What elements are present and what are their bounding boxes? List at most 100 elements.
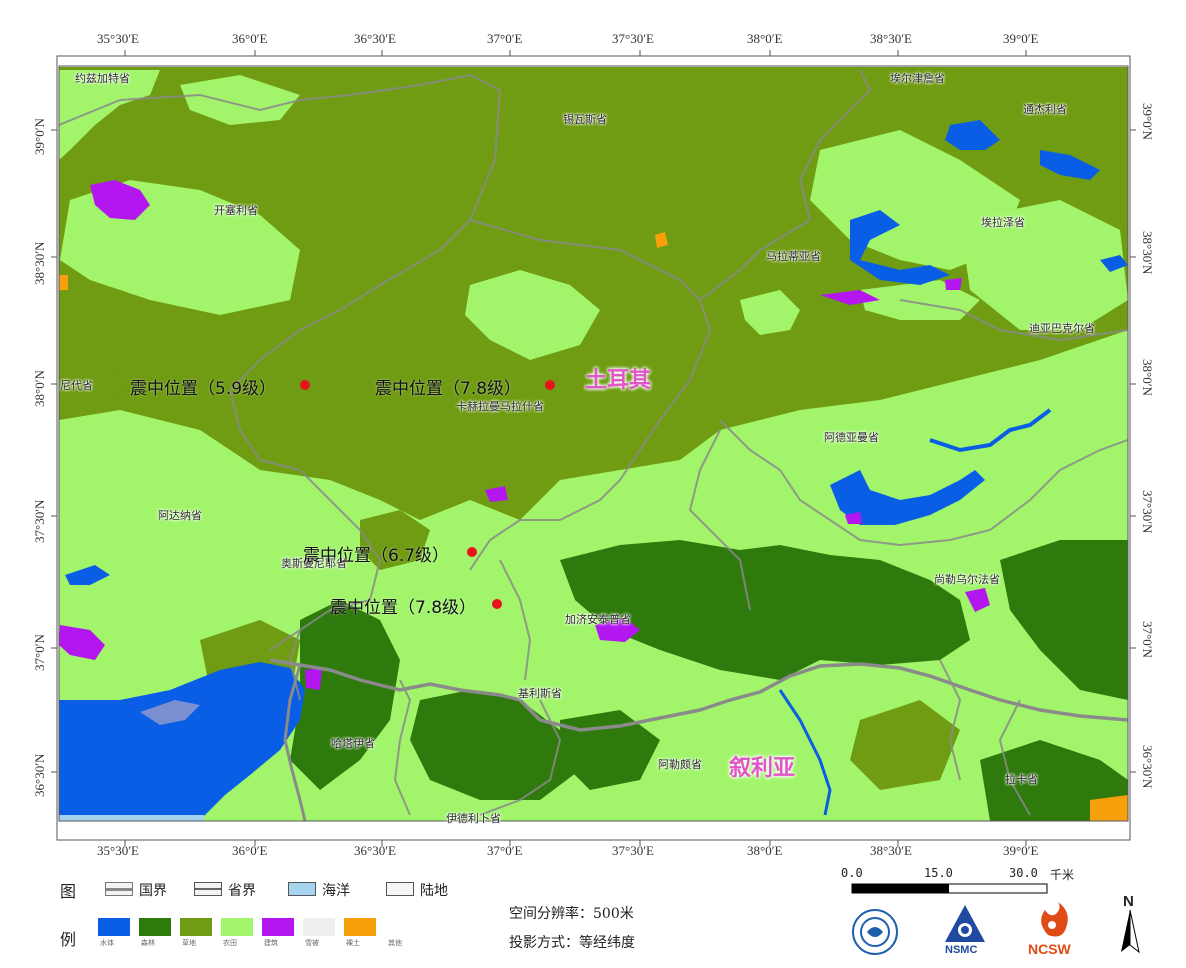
legend-crop-label: 农田 (223, 939, 237, 947)
legend-province-border-icon (194, 882, 222, 896)
province-label-adana: 阿达纳省 (158, 509, 202, 522)
no-data-strip (59, 66, 1128, 67)
lat-label-right: 36°30′N (1140, 745, 1155, 789)
province-label-idlib: 伊德利卜省 (446, 812, 501, 825)
lon-label-bottom: 39°0′E (1003, 843, 1039, 858)
legend-urban-swatch (262, 918, 294, 936)
legend-forest-label: 森林 (141, 939, 155, 947)
country-label-turkey: 土耳其 (585, 367, 652, 393)
province-label-elazig: 埃拉泽省 (981, 216, 1025, 229)
legend-ocean-icon (288, 882, 316, 896)
legend-other-label: 其他 (388, 939, 402, 947)
epicenter-dot (492, 599, 502, 609)
lon-label-top: 39°0′E (1003, 31, 1039, 46)
lat-label-right: 37°30′N (1140, 490, 1155, 534)
province-label-hatay: 哈塔伊省 (331, 737, 375, 750)
legend-other-swatch (385, 918, 417, 936)
ocean-strip (59, 815, 204, 821)
legend-national-border-label: 国界 (139, 883, 167, 899)
lon-label-top: 37°0′E (487, 31, 523, 46)
lon-label-top: 38°0′E (747, 31, 783, 46)
province-label-gaziantep: 加济安泰普省 (565, 613, 631, 626)
cma-logo-icon (852, 909, 898, 955)
legend-grass-swatch (180, 918, 212, 936)
lon-label-bottom: 37°0′E (487, 843, 523, 858)
lon-label-top: 36°30′E (354, 31, 396, 46)
legend-bare-swatch (344, 918, 376, 936)
scale-unit: 千米 (1050, 868, 1075, 882)
epicenter-label: 震中位置（6.7级） (303, 546, 450, 566)
epicenter-dot (300, 380, 310, 390)
province-label-erzincan: 埃尔津詹省 (890, 72, 945, 85)
north-arrow-icon (1121, 909, 1140, 954)
legend-land-icon (386, 882, 414, 896)
legend-bare-label: 裸土 (346, 939, 360, 947)
legend-water-swatch (98, 918, 130, 936)
lat-label-left: 36°30′N (32, 753, 47, 797)
legend-province-border-label: 省界 (228, 883, 256, 899)
urban-patch (305, 668, 322, 690)
legend-crop-swatch (221, 918, 253, 936)
province-label-sanliurfa: 尚勒乌尔法省 (934, 573, 1000, 586)
legend-land-label: 陆地 (420, 883, 448, 899)
lon-label-top: 36°0′E (232, 31, 268, 46)
lat-label-left: 37°30′N (32, 499, 47, 543)
lat-label-right: 38°30′N (1140, 231, 1155, 275)
scale-label: 15.0 (924, 866, 953, 880)
urban-patch (945, 278, 962, 290)
lon-label-top: 38°30′E (870, 31, 912, 46)
province-label-tunceli: 通杰利省 (1023, 103, 1067, 116)
legend-ocean-label: 海洋 (322, 883, 350, 899)
province-label-yozgat: 约兹加特省 (75, 72, 130, 85)
province-label-kilis: 基利斯省 (518, 687, 562, 700)
ncsw-logo-text: NCSW (1028, 941, 1071, 957)
nsmc-logo-text: NSMC (945, 944, 978, 956)
lon-label-bottom: 38°30′E (870, 843, 912, 858)
lon-label-bottom: 35°30′E (97, 843, 139, 858)
lon-label-bottom: 36°0′E (232, 843, 268, 858)
north-label: N (1123, 893, 1134, 910)
lat-label-right: 38°0′N (1140, 359, 1155, 396)
lon-label-bottom: 37°30′E (612, 843, 654, 858)
lat-label-left: 38°0′N (32, 370, 47, 407)
epicenter-label: 震中位置（5.9级） (130, 379, 277, 399)
province-label-diyarbakir: 迪亚巴克尔省 (1029, 322, 1095, 335)
projection-text: 投影方式：等经纬度 (509, 935, 635, 951)
epicenter-label: 震中位置（7.8级） (375, 379, 522, 399)
province-label-raqqa: 拉卡省 (1005, 773, 1038, 786)
lat-label-right: 39°0′N (1140, 103, 1155, 140)
province-label-adiyaman: 阿德亚曼省 (824, 431, 879, 444)
legend-forest-swatch (139, 918, 171, 936)
province-label-nigde: 尼代省 (60, 379, 93, 392)
legend-water-label: 水体 (100, 939, 114, 947)
province-label-kahramanmaras: 卡赫拉曼马拉什省 (456, 400, 544, 413)
legend-title-bottom: 例 (60, 930, 77, 949)
lon-label-top: 35°30′E (97, 31, 139, 46)
land-cover-map (51, 50, 1140, 955)
legend-snow-label: 雪被 (305, 939, 319, 947)
legend-grass-label: 草地 (182, 939, 196, 947)
nsmc-logo-icon (945, 905, 985, 942)
province-label-malatya: 马拉蒂亚省 (766, 250, 821, 263)
legend-urban-label: 建筑 (264, 939, 278, 947)
lat-label-left: 37°0′N (32, 634, 47, 671)
lat-label-left: 38°30′N (32, 241, 47, 285)
province-label-aleppo: 阿勒颇省 (658, 758, 702, 771)
scale-label: 0.0 (841, 866, 863, 880)
legend-national-border-icon (105, 882, 133, 896)
resolution-text: 空间分辨率：500米 (509, 906, 634, 922)
province-label-sivas: 锡瓦斯省 (563, 113, 607, 126)
map-figure: 35°30′E 36°0′E 36°30′E 37°0′E 37°30′E 38… (0, 0, 1186, 968)
province-label-kayseri: 开塞利省 (214, 204, 258, 217)
legend-title-top: 图 (60, 882, 77, 901)
lon-label-top: 37°30′E (612, 31, 654, 46)
scale-bar (851, 883, 1048, 894)
ncsw-logo-icon (1041, 902, 1068, 937)
epicenter-label: 震中位置（7.8级） (330, 598, 477, 618)
scale-label: 30.0 (1009, 866, 1038, 880)
bare-soil-patch (59, 275, 68, 290)
lat-label-right: 37°0′N (1140, 621, 1155, 658)
epicenter-dot (545, 380, 555, 390)
lon-label-bottom: 38°0′E (747, 843, 783, 858)
country-label-syria: 叙利亚 (729, 755, 796, 781)
